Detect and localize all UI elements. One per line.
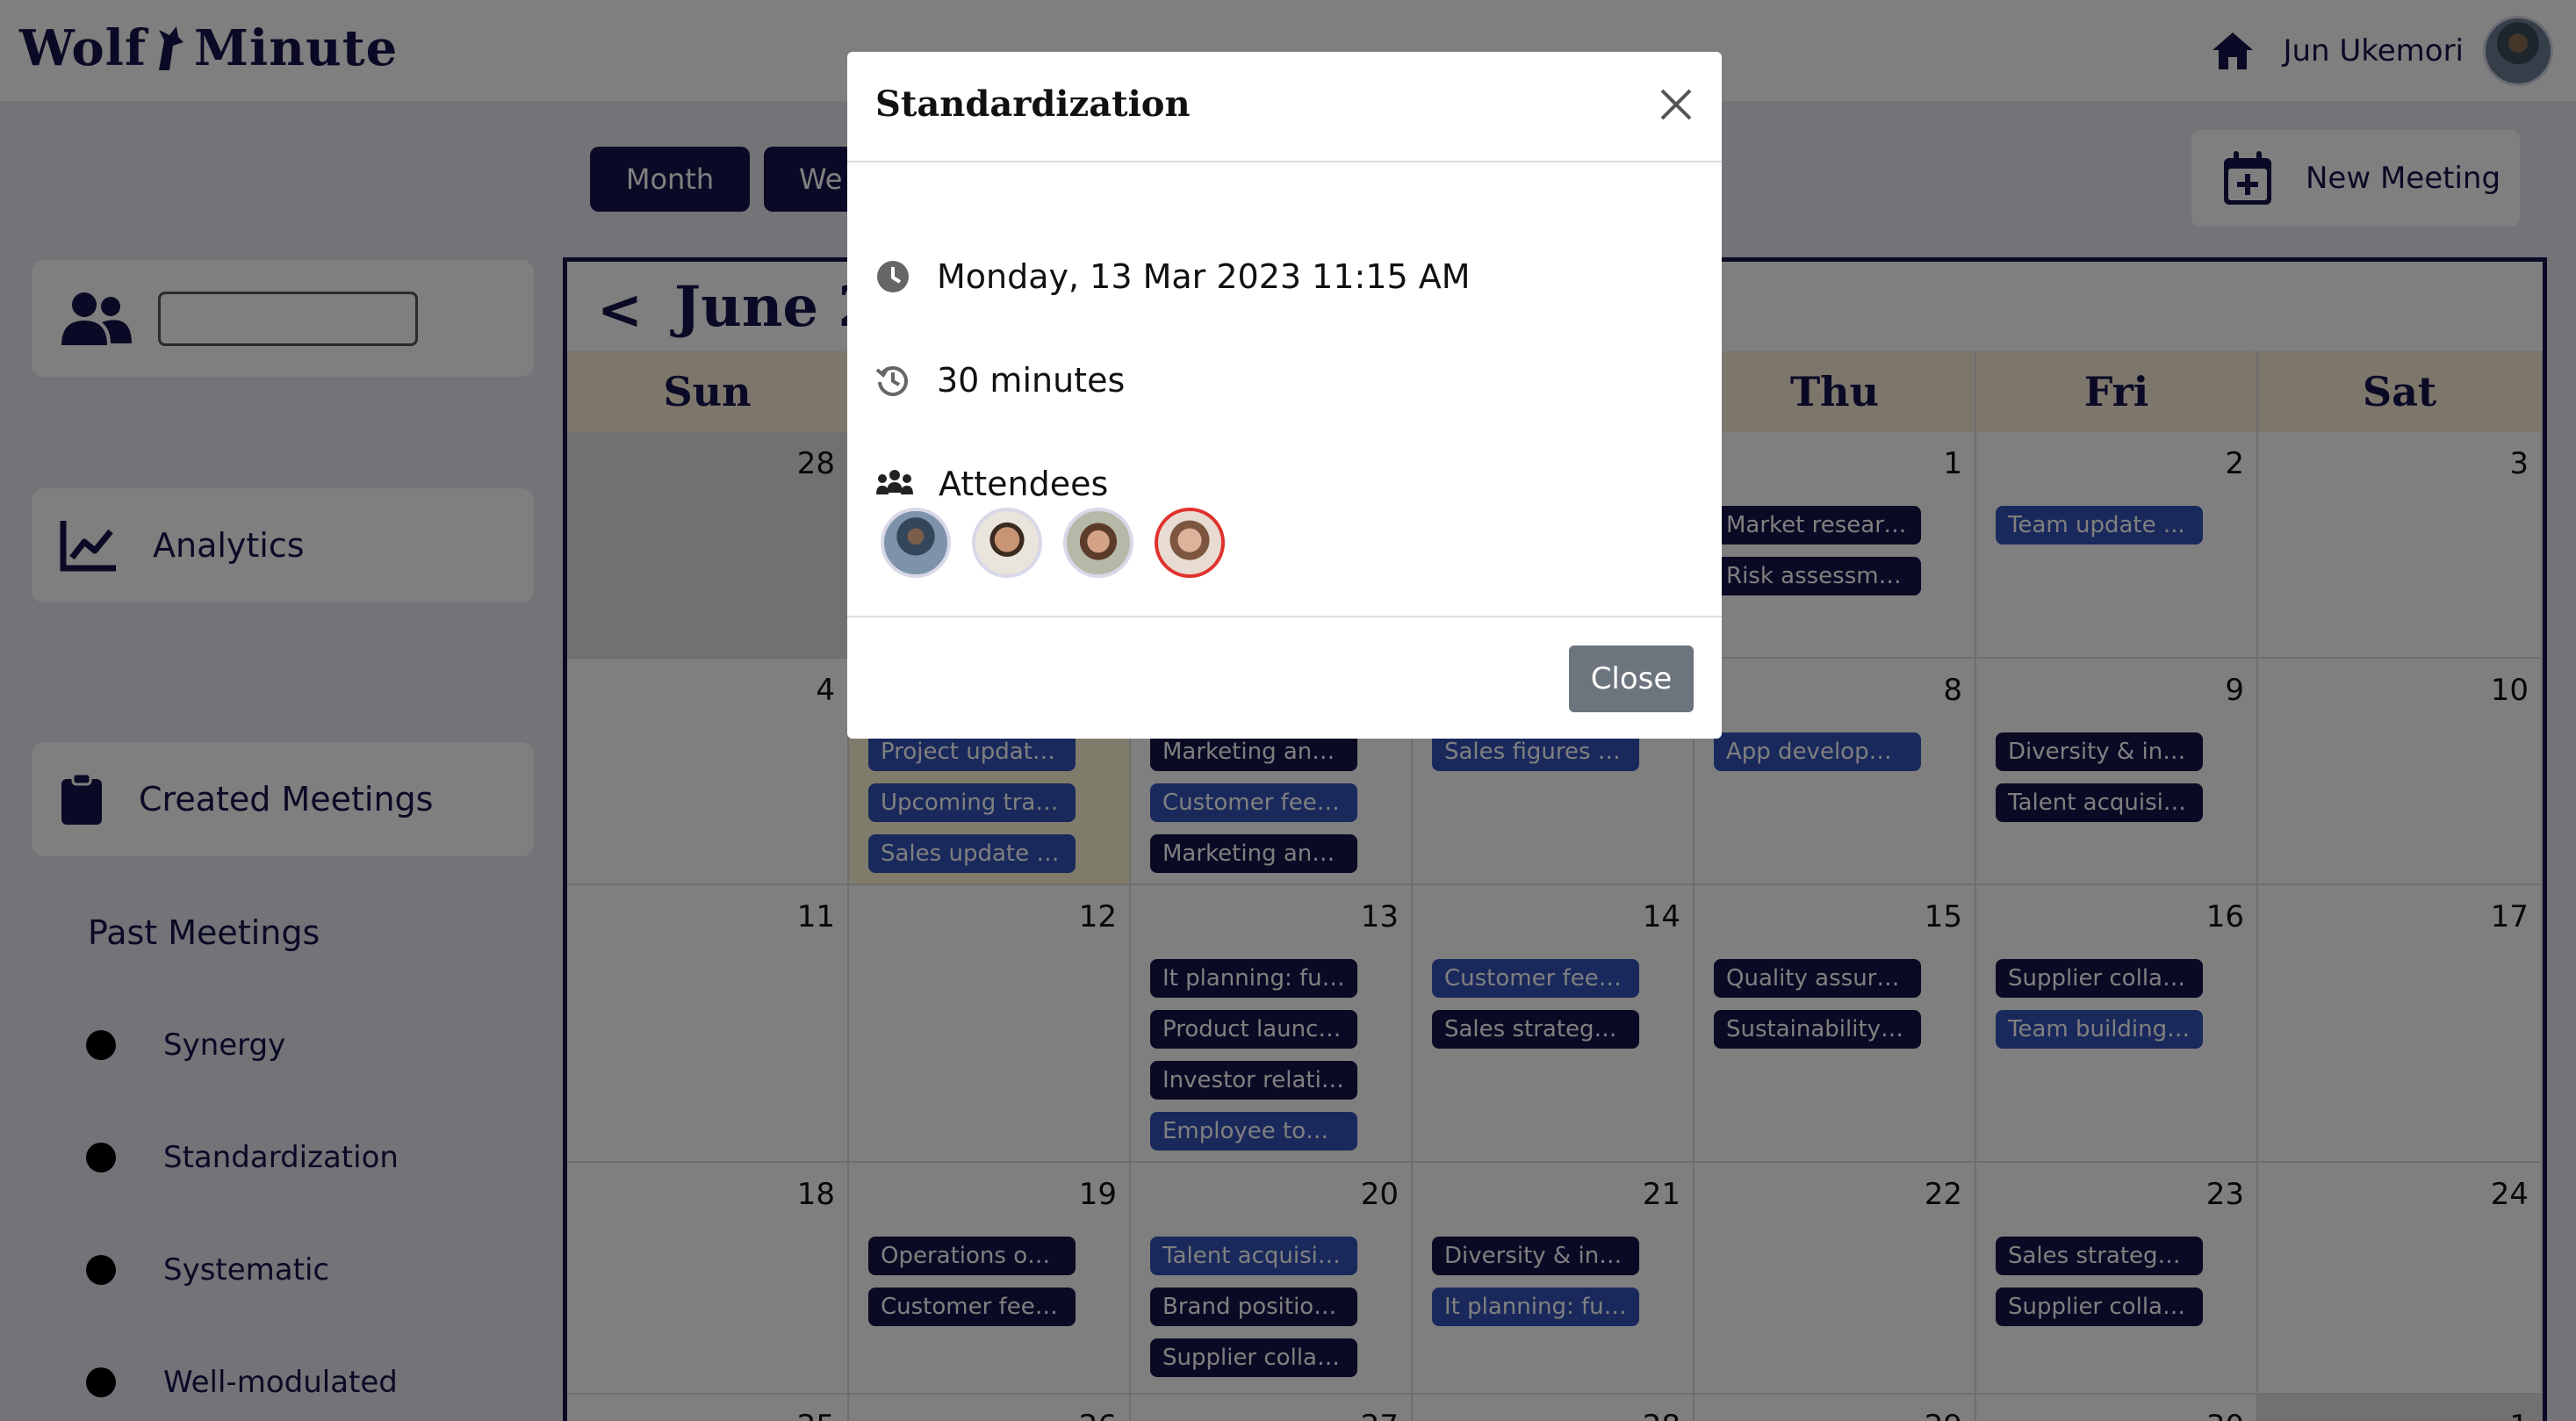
meeting-datetime: Monday, 13 Mar 2023 11:15 AM [937,257,1471,296]
meeting-datetime-row: Monday, 13 Mar 2023 11:15 AM [875,257,1471,296]
meeting-details-modal: Standardization Monday, 13 Mar 2023 11:1… [847,52,1722,739]
attendees-label: Attendees [939,465,1109,503]
attendees-row: Attendees [875,465,1108,503]
modal-header: Standardization [847,52,1722,162]
modal-title: Standardization [875,83,1191,125]
attendee-avatar[interactable] [972,508,1042,578]
attendee-list [881,508,1246,578]
meeting-duration-row: 30 minutes [875,361,1125,400]
attendee-avatar[interactable] [1063,508,1133,578]
attendee-avatar-selected[interactable] [1155,508,1225,578]
history-icon [875,366,908,397]
attendee-avatar[interactable] [881,508,951,578]
clock-icon [877,261,909,292]
close-button[interactable]: Close [1569,646,1694,712]
meeting-duration: 30 minutes [937,361,1126,400]
close-icon[interactable] [1657,85,1695,124]
people-group-icon [876,470,913,494]
modal-footer: Close [847,616,1722,739]
